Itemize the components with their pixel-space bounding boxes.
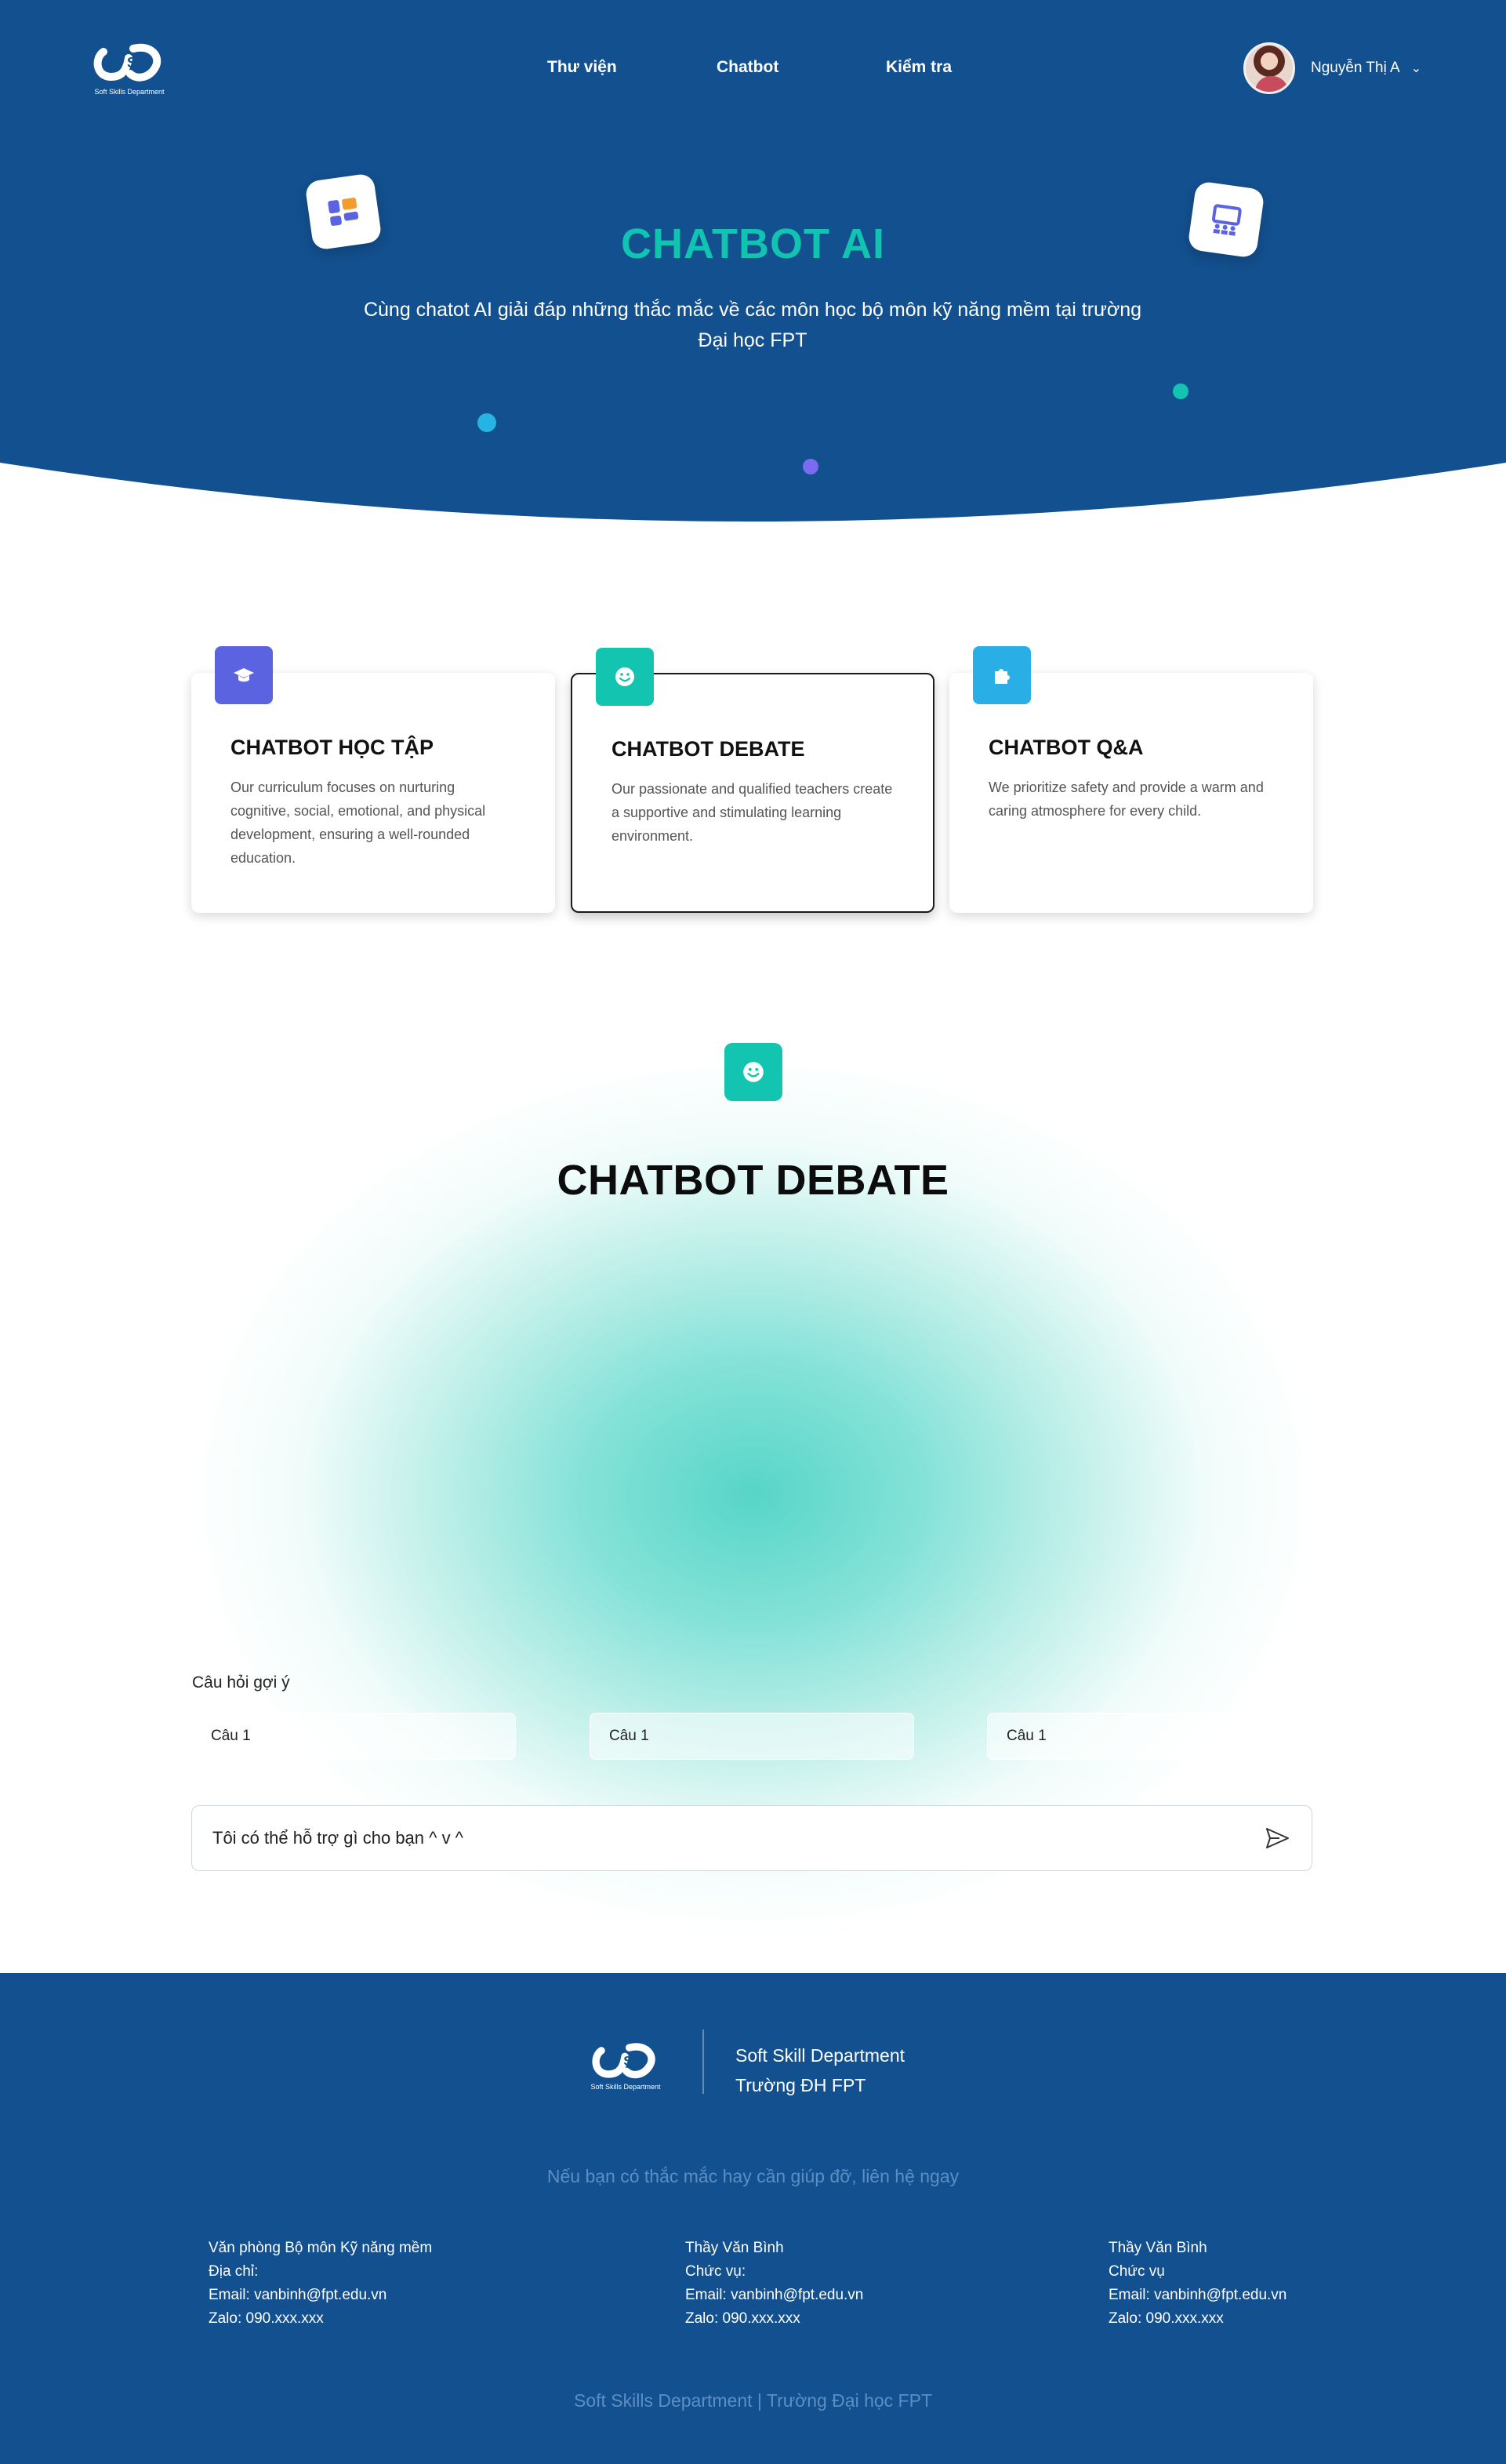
hero-section: S Soft Skills Department Thư viện Chatbo… <box>0 0 1506 533</box>
contact-line: Thầy Văn Bình <box>685 2240 784 2256</box>
nav-thu-vien[interactable]: Thư viện <box>547 58 617 77</box>
footer: S Soft Skills Department Soft Skill Depa… <box>0 1973 1506 2464</box>
suggestion-chip[interactable]: Câu 1 <box>590 1713 914 1760</box>
send-icon[interactable] <box>1261 1823 1293 1854</box>
footer-contact-col: Thầy Văn Bình Chức vụ Email: vanbinh@fpt… <box>1109 2237 1286 2331</box>
svg-text:S: S <box>127 55 136 71</box>
nav-chatbot[interactable]: Chatbot <box>717 58 778 77</box>
footer-copyright: Soft Skills Department | Trường Đại học … <box>574 2390 932 2411</box>
card-text: We prioritize safety and provide a warm … <box>989 780 1264 819</box>
card-title: CHATBOT HỌC TẬP <box>230 736 434 759</box>
avatar[interactable] <box>1243 42 1295 94</box>
logo-caption: Soft Skills Department <box>94 88 165 96</box>
contact-line: Zalo: 090.xxx.xxx <box>685 2310 800 2327</box>
contact-line: Chức vụ <box>1109 2263 1165 2280</box>
nav-kiem-tra[interactable]: Kiểm tra <box>886 58 952 77</box>
contact-line: Chức vụ: <box>685 2263 746 2280</box>
card-chatbot-hoc-tap[interactable]: CHATBOT HỌC TẬP Our curriculum focuses o… <box>191 646 555 913</box>
contact-line: Văn phòng Bộ môn Kỹ năng mềm <box>209 2240 433 2256</box>
card-text: Our curriculum focuses on nurturing cogn… <box>230 780 486 866</box>
footer-contact-prompt: Nếu bạn có thắc mắc hay cần giúp đỡ, liê… <box>546 2166 960 2186</box>
contact-line: Zalo: 090.xxx.xxx <box>209 2310 324 2327</box>
footer-contact-col: Thầy Văn Bình Chức vụ: Email: vanbinh@fp… <box>685 2237 863 2331</box>
chat-input-box[interactable] <box>191 1805 1312 1871</box>
graduation-cap-icon <box>215 646 273 704</box>
footer-dept-name: Soft Skill Department <box>735 2045 905 2066</box>
debate-title: CHATBOT DEBATE <box>557 1157 949 1204</box>
contact-email[interactable]: Email: vanbinh@fpt.edu.vn <box>685 2284 863 2307</box>
card-chatbot-debate[interactable]: CHATBOT DEBATE Our passionate and qualif… <box>571 648 934 913</box>
contact-line: Địa chỉ: <box>209 2263 259 2280</box>
smile-icon <box>724 1043 782 1101</box>
suggest-label: Câu hỏi gợi ý <box>192 1674 290 1692</box>
contact-line: Zalo: 090.xxx.xxx <box>1109 2310 1224 2327</box>
contact-line: Thầy Văn Bình <box>1109 2240 1207 2256</box>
card-title: CHATBOT Q&A <box>989 736 1144 759</box>
contact-email[interactable]: Email: vanbinh@fpt.edu.vn <box>209 2284 432 2307</box>
card-title: CHATBOT DEBATE <box>611 737 805 761</box>
site-logo[interactable]: S Soft Skills Department <box>86 38 172 102</box>
suggestion-chip[interactable]: Câu 1 <box>987 1713 1312 1760</box>
hero-title: CHATBOT AI <box>621 220 885 267</box>
smile-icon <box>596 648 654 706</box>
footer-dept: Soft Skill Department Trường ĐH FPT <box>735 2041 905 2100</box>
chat-input[interactable] <box>211 1827 1261 1849</box>
contact-email[interactable]: Email: vanbinh@fpt.edu.vn <box>1109 2284 1286 2307</box>
footer-contact-col: Văn phòng Bộ môn Kỹ năng mềm Địa chỉ: Em… <box>209 2237 432 2331</box>
footer-logo[interactable]: S Soft Skills Department <box>585 2037 666 2105</box>
suggestion-chip[interactable]: Câu 1 <box>191 1713 516 1760</box>
chevron-down-icon[interactable]: ⌄ <box>1411 60 1421 76</box>
logo-caption: Soft Skills Department <box>590 2083 661 2091</box>
footer-dept-school: Trường ĐH FPT <box>735 2075 866 2095</box>
card-chatbot-qa[interactable]: CHATBOT Q&A We prioritize safety and pro… <box>949 646 1313 913</box>
svg-text:S: S <box>623 2054 632 2069</box>
footer-divider <box>702 2030 704 2094</box>
user-name: Nguyễn Thị A <box>1311 60 1400 76</box>
decor-dot <box>803 459 818 474</box>
user-menu[interactable]: Nguyễn Thị A ⌄ <box>1243 42 1421 94</box>
logo-mark-icon: S <box>592 2043 655 2079</box>
decor-dot <box>1173 383 1188 399</box>
puzzle-icon <box>973 646 1031 704</box>
decor-dot <box>477 413 496 432</box>
logo-mark-icon: S <box>93 43 161 82</box>
hero-subtitle: Cùng chatot AI giải đáp những thắc mắc v… <box>363 299 1142 351</box>
card-text: Our passionate and qualified teachers cr… <box>611 781 893 844</box>
